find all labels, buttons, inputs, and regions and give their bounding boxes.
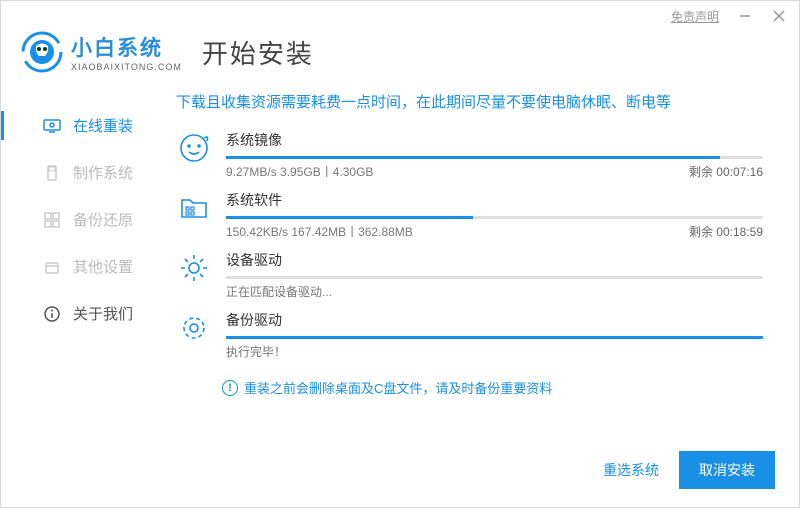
task-backup-driver: 备份驱动 执行完毕！ [176, 310, 763, 360]
close-button[interactable] [771, 8, 787, 24]
sidebar-item-about[interactable]: 关于我们 [1, 291, 166, 336]
sidebar-item-label: 关于我们 [73, 303, 133, 324]
progress-bar [226, 216, 763, 219]
progress-bar [226, 276, 763, 279]
brand-url: XIAOBAIXITONG.COM [71, 62, 182, 72]
sidebar-item-backup[interactable]: 备份还原 [1, 197, 166, 242]
logo-icon [21, 31, 63, 73]
brand: 小白系统 XIAOBAIXITONG.COM [21, 31, 182, 73]
task-title: 系统软件 [226, 190, 282, 210]
tip-text: 下载且收集资源需要耗费一点时间，在此期间尽量不要使电脑休眠、断电等 [176, 91, 763, 112]
task-title: 备份驱动 [226, 310, 282, 330]
disclaimer-link[interactable]: 免责声明 [671, 8, 719, 25]
info-icon [43, 305, 61, 323]
main-panel: 下载且收集资源需要耗费一点时间，在此期间尽量不要使电脑休眠、断电等 系统镜像 9… [166, 83, 799, 433]
progress-fill [226, 336, 763, 339]
gear-icon [176, 250, 212, 286]
titlebar: 免责声明 [1, 1, 799, 31]
sidebar-item-label: 备份还原 [73, 209, 133, 230]
task-device-driver: 设备驱动 正在匹配设备驱动... [176, 250, 763, 300]
usb-icon [43, 164, 61, 182]
page-title: 开始安装 [202, 34, 314, 71]
minimize-icon [738, 9, 752, 23]
sidebar-item-other[interactable]: 其他设置 [1, 244, 166, 289]
gear-dashed-icon [176, 310, 212, 346]
face-icon [176, 130, 212, 166]
task-eta: 剩余 00:18:59 [689, 223, 763, 240]
sidebar: 在线重装 制作系统 备份还原 其他设置 关于我们 [1, 83, 166, 433]
grid-icon [43, 211, 61, 229]
task-status: 执行完毕！ [226, 343, 286, 360]
progress-fill [226, 216, 473, 219]
monitor-icon [43, 117, 61, 135]
sidebar-item-label: 制作系统 [73, 162, 133, 183]
header: 小白系统 XIAOBAIXITONG.COM 开始安装 [1, 31, 799, 83]
sidebar-item-reinstall[interactable]: 在线重装 [1, 103, 166, 148]
task-title: 设备驱动 [226, 250, 282, 270]
warning-icon: ! [222, 380, 238, 396]
task-system-image: 系统镜像 9.27MB/s 3.95GB丨4.30GB 剩余 00:07:16 [176, 130, 763, 180]
sidebar-item-make[interactable]: 制作系统 [1, 150, 166, 195]
sidebar-item-label: 其他设置 [73, 256, 133, 277]
progress-bar [226, 156, 763, 159]
reselect-button[interactable]: 重选系统 [603, 460, 659, 480]
footer: 重选系统 取消安装 [1, 433, 799, 507]
warning-row: ! 重装之前会删除桌面及C盘文件，请及时备份重要资料 [176, 378, 763, 397]
task-status: 9.27MB/s 3.95GB丨4.30GB [226, 163, 373, 180]
task-system-software: 系统软件 150.42KB/s 167.42MB丨362.88MB 剩余 00:1… [176, 190, 763, 240]
task-status: 150.42KB/s 167.42MB丨362.88MB [226, 223, 413, 240]
app-window: 免责声明 小白系统 XIAOBAIXITONG.COM 开始安装 [0, 0, 800, 508]
minimize-button[interactable] [737, 8, 753, 24]
progress-fill [226, 156, 720, 159]
brand-name: 小白系统 [71, 32, 182, 62]
task-status: 正在匹配设备驱动... [226, 283, 332, 300]
box-icon [43, 258, 61, 276]
task-eta: 剩余 00:07:16 [689, 163, 763, 180]
task-title: 系统镜像 [226, 130, 282, 150]
close-icon [772, 9, 786, 23]
sidebar-item-label: 在线重装 [73, 115, 133, 136]
warning-text: 重装之前会删除桌面及C盘文件，请及时备份重要资料 [244, 378, 552, 397]
progress-bar [226, 336, 763, 339]
cancel-install-button[interactable]: 取消安装 [679, 451, 775, 489]
folder-icon [176, 190, 212, 226]
